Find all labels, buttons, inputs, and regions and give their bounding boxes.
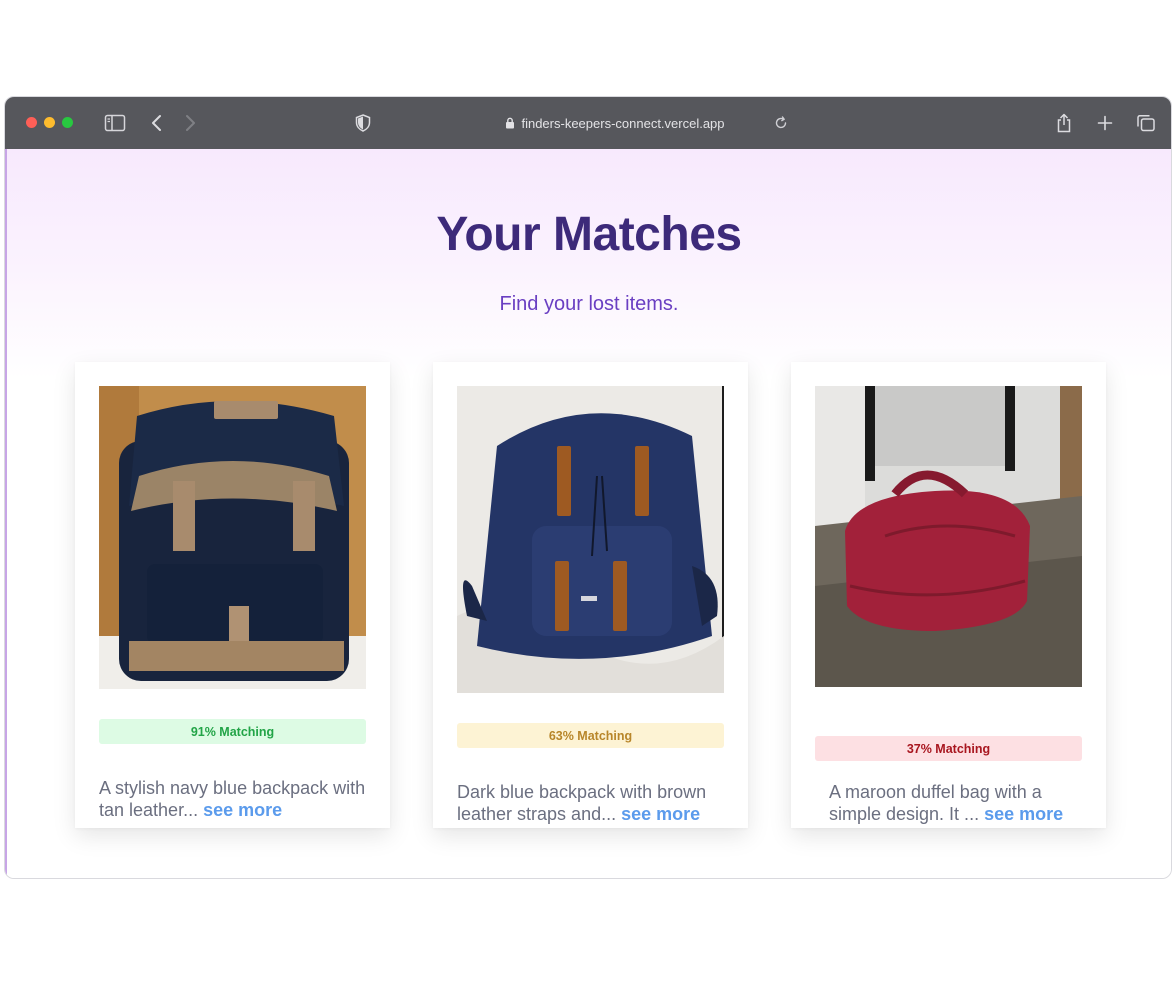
item-photo[interactable] <box>815 386 1082 687</box>
lock-icon <box>505 117 515 129</box>
see-more-link[interactable]: see more <box>203 800 282 820</box>
page-subtitle: Find your lost items. <box>499 293 679 315</box>
forward-icon[interactable] <box>178 111 202 135</box>
match-badge: 91% Matching <box>99 719 366 744</box>
item-description: A stylish navy blue backpack with tan le… <box>99 777 374 821</box>
new-tab-icon[interactable] <box>1093 111 1117 135</box>
url-text: finders-keepers-connect.vercel.app <box>521 115 725 131</box>
match-badge: 37% Matching <box>815 736 1082 761</box>
zoom-window-button[interactable] <box>62 117 73 128</box>
page-title: Your Matches <box>436 208 742 261</box>
share-icon[interactable] <box>1052 111 1076 135</box>
browser-window: finders-keepers-connect.vercel.app Your … <box>4 96 1172 879</box>
back-icon[interactable] <box>145 111 169 135</box>
match-card[interactable]: 63% Matching Dark blue backpack with bro… <box>433 362 748 828</box>
page-content: Your Matches Find your lost items. 91% M… <box>5 149 1171 878</box>
reload-icon[interactable] <box>769 111 793 135</box>
match-card[interactable]: 91% Matching A stylish navy blue backpac… <box>75 362 390 828</box>
see-more-link[interactable]: see more <box>984 804 1063 824</box>
close-window-button[interactable] <box>26 117 37 128</box>
tab-overview-icon[interactable] <box>1134 111 1158 135</box>
match-badge: 63% Matching <box>457 723 724 748</box>
item-description: Dark blue backpack with brown leather st… <box>457 781 732 825</box>
match-card[interactable]: 37% Matching A maroon duffel bag with a … <box>791 362 1106 828</box>
see-more-link[interactable]: see more <box>621 804 700 824</box>
item-description: A maroon duffel bag with a simple design… <box>829 781 1094 825</box>
item-photo[interactable] <box>457 386 724 693</box>
minimize-window-button[interactable] <box>44 117 55 128</box>
privacy-shield-icon[interactable] <box>351 111 375 135</box>
sidebar-icon[interactable] <box>103 111 127 135</box>
browser-toolbar: finders-keepers-connect.vercel.app <box>5 97 1171 149</box>
item-photo[interactable] <box>99 386 366 689</box>
